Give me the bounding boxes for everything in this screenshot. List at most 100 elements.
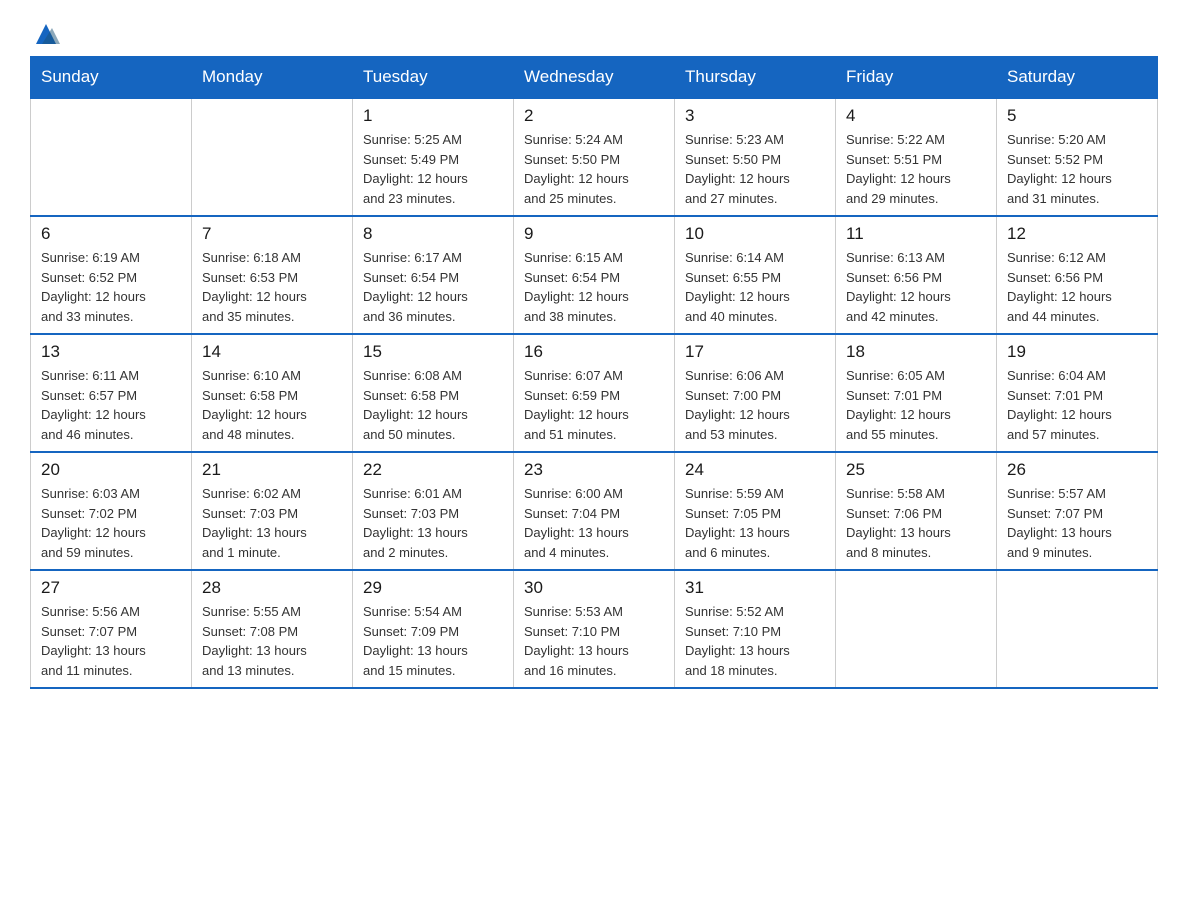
day-info: Sunrise: 5:54 AM Sunset: 7:09 PM Dayligh…	[363, 602, 503, 680]
day-number: 1	[363, 106, 503, 126]
day-number: 28	[202, 578, 342, 598]
day-number: 24	[685, 460, 825, 480]
calendar-cell: 3 Sunrise: 5:23 AM Sunset: 5:50 PM Daylig…	[675, 98, 836, 216]
day-info: Sunrise: 6:11 AM Sunset: 6:57 PM Dayligh…	[41, 366, 181, 444]
calendar-cell	[192, 98, 353, 216]
day-info: Sunrise: 6:03 AM Sunset: 7:02 PM Dayligh…	[41, 484, 181, 562]
day-number: 11	[846, 224, 986, 244]
calendar-cell: 2 Sunrise: 5:24 AM Sunset: 5:50 PM Daylig…	[514, 98, 675, 216]
calendar-cell	[997, 570, 1158, 688]
column-header-sunday: Sunday	[31, 57, 192, 99]
day-info: Sunrise: 5:59 AM Sunset: 7:05 PM Dayligh…	[685, 484, 825, 562]
day-info: Sunrise: 6:13 AM Sunset: 6:56 PM Dayligh…	[846, 248, 986, 326]
day-number: 17	[685, 342, 825, 362]
logo-triangle-icon	[32, 20, 60, 46]
calendar-cell: 12 Sunrise: 6:12 AM Sunset: 6:56 PM Dayli…	[997, 216, 1158, 334]
calendar-cell: 19 Sunrise: 6:04 AM Sunset: 7:01 PM Dayli…	[997, 334, 1158, 452]
day-number: 3	[685, 106, 825, 126]
page-header	[30, 20, 1158, 42]
day-info: Sunrise: 6:15 AM Sunset: 6:54 PM Dayligh…	[524, 248, 664, 326]
day-number: 16	[524, 342, 664, 362]
day-number: 22	[363, 460, 503, 480]
day-info: Sunrise: 6:00 AM Sunset: 7:04 PM Dayligh…	[524, 484, 664, 562]
calendar-week-2: 6 Sunrise: 6:19 AM Sunset: 6:52 PM Daylig…	[31, 216, 1158, 334]
day-number: 6	[41, 224, 181, 244]
day-number: 10	[685, 224, 825, 244]
calendar-week-3: 13 Sunrise: 6:11 AM Sunset: 6:57 PM Dayli…	[31, 334, 1158, 452]
calendar-cell: 27 Sunrise: 5:56 AM Sunset: 7:07 PM Dayli…	[31, 570, 192, 688]
calendar-cell: 7 Sunrise: 6:18 AM Sunset: 6:53 PM Daylig…	[192, 216, 353, 334]
calendar-cell: 15 Sunrise: 6:08 AM Sunset: 6:58 PM Dayli…	[353, 334, 514, 452]
calendar-cell: 17 Sunrise: 6:06 AM Sunset: 7:00 PM Dayli…	[675, 334, 836, 452]
calendar-cell: 5Sunrise: 5:20 AM Sunset: 5:52 PM Daylig…	[997, 98, 1158, 216]
calendar-cell: 29 Sunrise: 5:54 AM Sunset: 7:09 PM Dayli…	[353, 570, 514, 688]
day-number: 27	[41, 578, 181, 598]
day-number: 15	[363, 342, 503, 362]
calendar-cell: 25 Sunrise: 5:58 AM Sunset: 7:06 PM Dayli…	[836, 452, 997, 570]
day-number: 21	[202, 460, 342, 480]
calendar-cell: 26 Sunrise: 5:57 AM Sunset: 7:07 PM Dayli…	[997, 452, 1158, 570]
day-number: 13	[41, 342, 181, 362]
day-info: Sunrise: 6:06 AM Sunset: 7:00 PM Dayligh…	[685, 366, 825, 444]
day-info: Sunrise: 6:04 AM Sunset: 7:01 PM Dayligh…	[1007, 366, 1147, 444]
calendar-cell: 28 Sunrise: 5:55 AM Sunset: 7:08 PM Dayli…	[192, 570, 353, 688]
calendar-cell: 10Sunrise: 6:14 AM Sunset: 6:55 PM Dayli…	[675, 216, 836, 334]
day-number: 25	[846, 460, 986, 480]
day-number: 19	[1007, 342, 1147, 362]
calendar-cell: 6 Sunrise: 6:19 AM Sunset: 6:52 PM Daylig…	[31, 216, 192, 334]
calendar-cell: 16Sunrise: 6:07 AM Sunset: 6:59 PM Dayli…	[514, 334, 675, 452]
column-header-thursday: Thursday	[675, 57, 836, 99]
calendar-cell: 24 Sunrise: 5:59 AM Sunset: 7:05 PM Dayli…	[675, 452, 836, 570]
day-number: 31	[685, 578, 825, 598]
day-info: Sunrise: 6:17 AM Sunset: 6:54 PM Dayligh…	[363, 248, 503, 326]
calendar-cell: 1 Sunrise: 5:25 AM Sunset: 5:49 PM Daylig…	[353, 98, 514, 216]
calendar-cell	[31, 98, 192, 216]
day-info: Sunrise: 5:20 AM Sunset: 5:52 PM Dayligh…	[1007, 130, 1147, 208]
day-info: Sunrise: 6:08 AM Sunset: 6:58 PM Dayligh…	[363, 366, 503, 444]
day-info: Sunrise: 6:19 AM Sunset: 6:52 PM Dayligh…	[41, 248, 181, 326]
day-number: 12	[1007, 224, 1147, 244]
day-info: Sunrise: 6:05 AM Sunset: 7:01 PM Dayligh…	[846, 366, 986, 444]
day-info: Sunrise: 5:56 AM Sunset: 7:07 PM Dayligh…	[41, 602, 181, 680]
calendar-table: SundayMondayTuesdayWednesdayThursdayFrid…	[30, 56, 1158, 689]
day-number: 4	[846, 106, 986, 126]
day-info: Sunrise: 5:23 AM Sunset: 5:50 PM Dayligh…	[685, 130, 825, 208]
calendar-week-5: 27 Sunrise: 5:56 AM Sunset: 7:07 PM Dayli…	[31, 570, 1158, 688]
calendar-cell: 8Sunrise: 6:17 AM Sunset: 6:54 PM Daylig…	[353, 216, 514, 334]
day-number: 18	[846, 342, 986, 362]
day-info: Sunrise: 5:24 AM Sunset: 5:50 PM Dayligh…	[524, 130, 664, 208]
day-info: Sunrise: 6:10 AM Sunset: 6:58 PM Dayligh…	[202, 366, 342, 444]
day-info: Sunrise: 6:18 AM Sunset: 6:53 PM Dayligh…	[202, 248, 342, 326]
day-number: 29	[363, 578, 503, 598]
day-info: Sunrise: 5:58 AM Sunset: 7:06 PM Dayligh…	[846, 484, 986, 562]
day-info: Sunrise: 5:22 AM Sunset: 5:51 PM Dayligh…	[846, 130, 986, 208]
calendar-week-1: 1 Sunrise: 5:25 AM Sunset: 5:49 PM Daylig…	[31, 98, 1158, 216]
day-number: 26	[1007, 460, 1147, 480]
day-info: Sunrise: 6:12 AM Sunset: 6:56 PM Dayligh…	[1007, 248, 1147, 326]
day-number: 7	[202, 224, 342, 244]
column-header-monday: Monday	[192, 57, 353, 99]
calendar-cell: 23Sunrise: 6:00 AM Sunset: 7:04 PM Dayli…	[514, 452, 675, 570]
column-header-tuesday: Tuesday	[353, 57, 514, 99]
day-info: Sunrise: 5:25 AM Sunset: 5:49 PM Dayligh…	[363, 130, 503, 208]
calendar-cell: 11 Sunrise: 6:13 AM Sunset: 6:56 PM Dayli…	[836, 216, 997, 334]
calendar-cell: 13 Sunrise: 6:11 AM Sunset: 6:57 PM Dayli…	[31, 334, 192, 452]
calendar-cell	[836, 570, 997, 688]
day-info: Sunrise: 5:53 AM Sunset: 7:10 PM Dayligh…	[524, 602, 664, 680]
logo	[30, 20, 60, 42]
day-number: 2	[524, 106, 664, 126]
calendar-cell: 30 Sunrise: 5:53 AM Sunset: 7:10 PM Dayli…	[514, 570, 675, 688]
day-number: 20	[41, 460, 181, 480]
day-info: Sunrise: 5:55 AM Sunset: 7:08 PM Dayligh…	[202, 602, 342, 680]
calendar-week-4: 20 Sunrise: 6:03 AM Sunset: 7:02 PM Dayli…	[31, 452, 1158, 570]
calendar-cell: 14Sunrise: 6:10 AM Sunset: 6:58 PM Dayli…	[192, 334, 353, 452]
day-number: 30	[524, 578, 664, 598]
day-number: 9	[524, 224, 664, 244]
calendar-cell: 9 Sunrise: 6:15 AM Sunset: 6:54 PM Daylig…	[514, 216, 675, 334]
calendar-header-row: SundayMondayTuesdayWednesdayThursdayFrid…	[31, 57, 1158, 99]
calendar-cell: 21Sunrise: 6:02 AM Sunset: 7:03 PM Dayli…	[192, 452, 353, 570]
column-header-saturday: Saturday	[997, 57, 1158, 99]
calendar-cell: 31Sunrise: 5:52 AM Sunset: 7:10 PM Dayli…	[675, 570, 836, 688]
day-info: Sunrise: 5:57 AM Sunset: 7:07 PM Dayligh…	[1007, 484, 1147, 562]
calendar-cell: 22Sunrise: 6:01 AM Sunset: 7:03 PM Dayli…	[353, 452, 514, 570]
